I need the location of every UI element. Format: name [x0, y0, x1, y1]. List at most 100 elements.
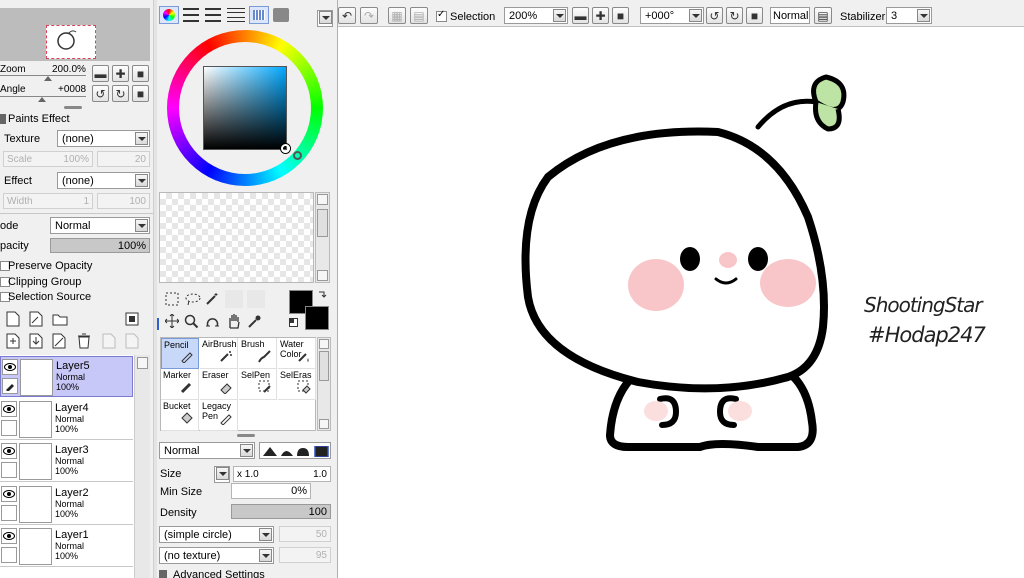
- active-brush-icon[interactable]: [2, 378, 18, 394]
- layer-lock-icon[interactable]: [1, 419, 17, 436]
- view-zoom-in-button[interactable]: ✚: [592, 7, 609, 24]
- view-zoom-dropdown[interactable]: 200%: [504, 7, 568, 24]
- visibility-eye-icon[interactable]: [1, 443, 17, 459]
- rgb-slider-tab[interactable]: [183, 8, 199, 22]
- layer-row[interactable]: Layer4 Normal 100%: [0, 398, 133, 440]
- layer-lock-icon[interactable]: [1, 504, 17, 521]
- brush-shape-presets[interactable]: [259, 442, 331, 459]
- color-panel-menu[interactable]: [317, 10, 333, 27]
- tool-pencil[interactable]: Pencil: [161, 338, 199, 369]
- tool-splitter-handle[interactable]: [237, 434, 255, 437]
- hue-ring-handle[interactable]: [293, 151, 302, 160]
- rect-select-icon[interactable]: [165, 292, 179, 306]
- layer-opacity-bar[interactable]: 100%: [50, 238, 150, 253]
- tool-airbrush[interactable]: AirBrush: [200, 338, 238, 369]
- visibility-eye-icon[interactable]: [1, 528, 17, 544]
- saturation-value-square[interactable]: [203, 66, 287, 150]
- swatches-tab[interactable]: [249, 6, 269, 24]
- visibility-eye-icon[interactable]: [2, 359, 18, 375]
- color-picker-handle[interactable]: [281, 144, 290, 153]
- secondary-color-swatch[interactable]: [305, 306, 329, 330]
- brush-shape-dropdown[interactable]: (simple circle): [159, 526, 274, 543]
- view-rotate-left-button[interactable]: ↺: [706, 7, 723, 24]
- eyedropper-icon[interactable]: [247, 314, 262, 329]
- tool-brush[interactable]: Brush: [239, 338, 277, 369]
- layer-lock-icon[interactable]: [1, 547, 17, 563]
- advanced-settings-toggle[interactable]: [159, 570, 167, 578]
- visibility-eye-icon[interactable]: [1, 400, 17, 417]
- swatch-scrollbar[interactable]: [315, 192, 330, 283]
- layer-row[interactable]: Layer3 Normal 100%: [0, 441, 133, 482]
- rotate-icon[interactable]: [205, 314, 220, 329]
- stabilizer-dropdown[interactable]: 3: [886, 7, 932, 24]
- move-icon[interactable]: [165, 314, 179, 328]
- lasso-icon[interactable]: [185, 292, 201, 306]
- hand-icon[interactable]: [226, 313, 241, 329]
- magic-wand-icon[interactable]: [205, 292, 219, 306]
- min-size-field[interactable]: 0%: [231, 483, 311, 499]
- layer-lock-icon[interactable]: [1, 462, 17, 478]
- view-zoom-out-button[interactable]: ▬: [572, 7, 589, 24]
- tool-eraser[interactable]: Eraser: [200, 369, 238, 400]
- layer-row[interactable]: Layer5 Normal 100%: [0, 356, 133, 397]
- new-layer-icon[interactable]: [6, 311, 20, 327]
- default-colors-icon[interactable]: [289, 318, 298, 327]
- flip-view-button[interactable]: ▤: [814, 7, 832, 24]
- view-rotate-reset-button[interactable]: ■: [746, 7, 763, 24]
- size-range-dropdown[interactable]: [214, 466, 230, 483]
- delete-layer-icon[interactable]: [77, 333, 91, 349]
- drawing-canvas[interactable]: ShootingStar #Hodap247: [338, 27, 1024, 578]
- view-angle-dropdown[interactable]: +000°: [640, 7, 704, 24]
- rotate-reset-button[interactable]: ■: [132, 85, 149, 102]
- color-wheel-tab[interactable]: [159, 6, 179, 24]
- color-mixer-tab[interactable]: [227, 8, 245, 22]
- brush-blend-mode-dropdown[interactable]: Normal: [159, 442, 255, 459]
- deselect-button[interactable]: ▦: [388, 7, 406, 24]
- undo-button[interactable]: ↶: [338, 7, 356, 24]
- new-folder-icon[interactable]: [52, 312, 68, 326]
- clear-layer-icon[interactable]: [52, 333, 66, 349]
- layer-blend-mode-dropdown[interactable]: Normal: [50, 217, 150, 234]
- view-mode-dropdown[interactable]: Normal: [770, 7, 810, 24]
- zoom-icon[interactable]: [184, 314, 199, 329]
- tool-seleras[interactable]: SelEras: [278, 369, 316, 400]
- splitter-handle[interactable]: [64, 106, 82, 109]
- merge-down-icon[interactable]: [29, 333, 43, 349]
- zoom-reset-button[interactable]: ■: [132, 65, 149, 82]
- view-zoom-reset-button[interactable]: ■: [612, 7, 629, 24]
- layer-list-scrollbar[interactable]: [134, 355, 150, 578]
- effect-dropdown[interactable]: (none): [57, 172, 150, 189]
- zoom-slider[interactable]: [0, 75, 86, 81]
- paints-effect-collapse-icon[interactable]: [0, 114, 6, 124]
- angle-slider[interactable]: [0, 96, 86, 102]
- tool-legacy-pen[interactable]: Legacy Pen: [200, 400, 238, 431]
- rotate-right-button[interactable]: ↻: [112, 85, 129, 102]
- invert-selection-button[interactable]: ▤: [410, 7, 428, 24]
- density-bar[interactable]: 100: [231, 504, 331, 519]
- brush-texture-dropdown[interactable]: (no texture): [159, 547, 274, 564]
- zoom-out-button[interactable]: ▬: [92, 65, 109, 82]
- redo-button[interactable]: ↷: [360, 7, 378, 24]
- show-selection-checkbox[interactable]: [436, 9, 447, 22]
- swatch-grid[interactable]: [159, 192, 314, 283]
- copy-layer-icon[interactable]: [6, 333, 20, 349]
- visibility-eye-icon[interactable]: [1, 485, 17, 502]
- view-rotate-right-button[interactable]: ↻: [726, 7, 743, 24]
- layer-row[interactable]: Layer2 Normal 100%: [0, 483, 133, 525]
- tool-water-color[interactable]: Water Color: [278, 338, 316, 369]
- tool-selpen[interactable]: SelPen: [239, 369, 277, 400]
- zoom-in-button[interactable]: ✚: [112, 65, 129, 82]
- swap-colors-icon[interactable]: [317, 290, 327, 300]
- rotate-left-button[interactable]: ↺: [92, 85, 109, 102]
- tool-bucket[interactable]: Bucket: [161, 400, 199, 431]
- scratch-pad-tab[interactable]: [273, 8, 289, 22]
- new-linework-layer-icon[interactable]: [29, 311, 43, 327]
- texture-dropdown[interactable]: (none): [57, 130, 150, 147]
- hsv-slider-tab[interactable]: [205, 8, 221, 22]
- tool-grid-scrollbar[interactable]: [317, 337, 331, 431]
- navigator-preview[interactable]: [0, 8, 150, 61]
- tool-marker[interactable]: Marker: [161, 369, 199, 400]
- size-field[interactable]: x 1.0 1.0: [233, 466, 331, 482]
- layer-row[interactable]: Layer1 Normal 100%: [0, 526, 133, 567]
- layer-mask-icon[interactable]: [125, 312, 139, 326]
